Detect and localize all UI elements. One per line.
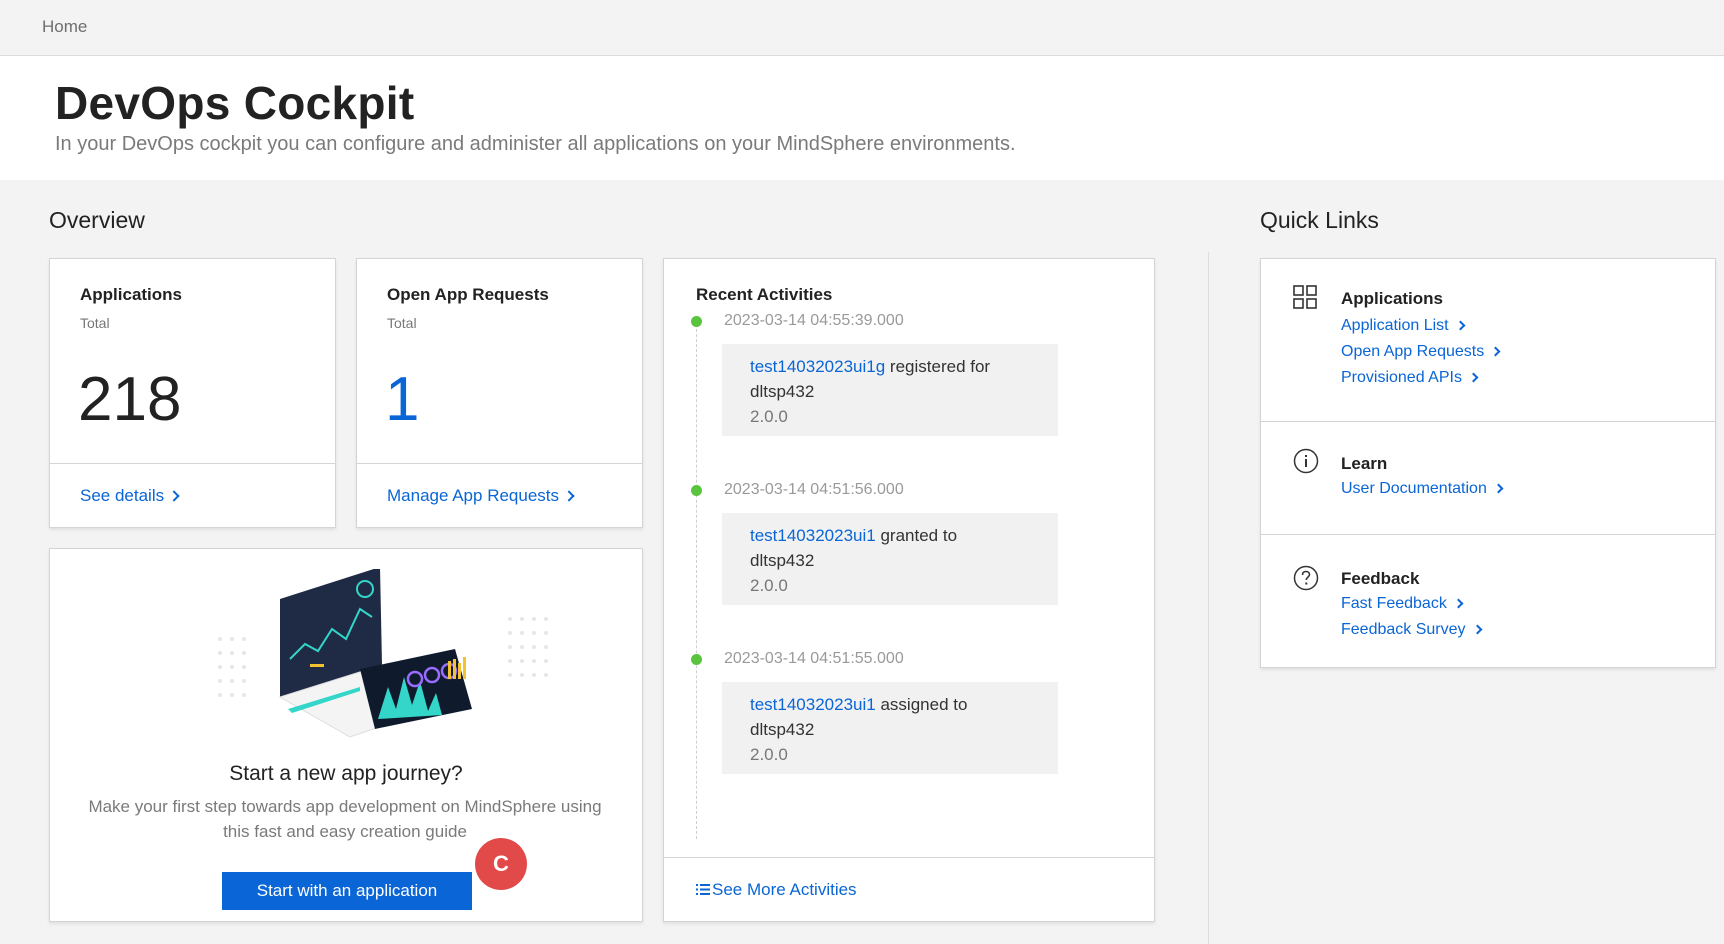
page-header: DevOps Cockpit In your DevOps cockpit yo… xyxy=(0,56,1724,180)
quick-links-feedback-section: Feedback Fast Feedback Feedback Survey xyxy=(1261,535,1715,669)
provisioned-apis-link[interactable]: Provisioned APIs xyxy=(1341,369,1479,387)
open-requests-total-label: Total xyxy=(387,315,417,331)
fast-feedback-label: Fast Feedback xyxy=(1341,595,1447,612)
activity-dot xyxy=(691,654,702,665)
top-bar: Home xyxy=(0,0,1724,56)
open-requests-card-title: Open App Requests xyxy=(387,285,549,304)
laptop-illustration-icon xyxy=(218,569,548,738)
activity-entity-link[interactable]: test14032023ui1g xyxy=(750,357,885,376)
open-app-requests-link[interactable]: Open App Requests xyxy=(1341,343,1501,361)
manage-app-requests-link[interactable]: Manage App Requests xyxy=(387,486,575,506)
activity-time: 2023-03-14 04:51:56.000 xyxy=(724,481,904,498)
applications-card-title: Applications xyxy=(80,285,183,304)
application-list-link[interactable]: Application List xyxy=(1341,317,1466,335)
chevron-right-icon xyxy=(1455,320,1466,331)
activity-version: 2.0.0 xyxy=(750,576,788,595)
see-details-label: See details xyxy=(80,486,165,505)
overview-title: Overview xyxy=(49,207,145,233)
quick-links-learn-title: Learn xyxy=(1341,454,1388,473)
activity-item: test14032023ui1g registered for dltsp432… xyxy=(722,344,1058,436)
see-details-link[interactable]: See details xyxy=(80,486,180,506)
chevron-right-icon xyxy=(1490,346,1501,357)
see-more-activities-link[interactable]: See More Activities xyxy=(696,880,857,900)
quick-links-learn-section: Learn User Documentation xyxy=(1261,422,1715,535)
activity-target: dltsp432 xyxy=(750,720,815,739)
chevron-right-icon xyxy=(1472,624,1482,635)
app-journey-card: Start a new app journey? Make your first… xyxy=(49,548,643,922)
activity-dot xyxy=(691,316,702,327)
chevron-right-icon xyxy=(563,490,575,502)
activity-dot xyxy=(691,485,702,496)
column-divider xyxy=(1208,252,1209,944)
activity-time: 2023-03-14 04:51:55.000 xyxy=(724,650,904,667)
activity-target: dltsp432 xyxy=(750,551,815,570)
quick-links-feedback-title: Feedback xyxy=(1341,569,1420,588)
breadcrumb-home[interactable]: Home xyxy=(42,17,87,37)
applications-count: 218 xyxy=(78,365,182,434)
activity-time: 2023-03-14 04:55:39.000 xyxy=(724,312,904,329)
activities-footer: See More Activities xyxy=(664,857,1154,921)
activity-item: test14032023ui1 assigned to dltsp432 2.0… xyxy=(722,682,1058,774)
see-more-activities-label: See More Activities xyxy=(712,880,857,899)
activity-action: granted to xyxy=(880,526,958,545)
marker-badge: C xyxy=(475,838,527,890)
open-requests-count: 1 xyxy=(385,365,420,434)
help-icon xyxy=(1293,565,1319,591)
timeline-line xyxy=(696,319,697,839)
recent-activities-title: Recent Activities xyxy=(696,285,833,304)
journey-title: Start a new app journey? xyxy=(229,762,463,785)
chevron-right-icon xyxy=(1493,483,1504,494)
activity-version: 2.0.0 xyxy=(750,407,788,426)
quick-links-title: Quick Links xyxy=(1260,207,1379,233)
activity-entity-link[interactable]: test14032023ui1 xyxy=(750,526,876,545)
activity-version: 2.0.0 xyxy=(750,745,788,764)
quick-links-applications-title: Applications xyxy=(1341,289,1444,308)
user-documentation-label: User Documentation xyxy=(1341,480,1487,497)
page-title: DevOps Cockpit xyxy=(55,77,415,129)
open-app-requests-card: Open App Requests Total 1 Manage App Req… xyxy=(356,258,643,528)
activity-entity-link[interactable]: test14032023ui1 xyxy=(750,695,876,714)
grid-icon xyxy=(1293,285,1317,309)
fast-feedback-link[interactable]: Fast Feedback xyxy=(1341,595,1464,613)
recent-activities-card: Recent Activities 2023-03-14 04:55:39.00… xyxy=(663,258,1155,922)
start-with-application-button[interactable]: Start with an application xyxy=(222,872,472,910)
activity-target: dltsp432 xyxy=(750,382,815,401)
chevron-right-icon xyxy=(1453,598,1464,609)
manage-app-requests-label: Manage App Requests xyxy=(387,486,560,505)
chevron-right-icon xyxy=(168,490,180,502)
user-documentation-link[interactable]: User Documentation xyxy=(1341,480,1504,498)
journey-description: Make your first step towards app develop… xyxy=(88,797,602,841)
quick-links-card: Applications Application List Open App R… xyxy=(1260,258,1716,668)
application-list-label: Application List xyxy=(1341,317,1449,334)
page-subtitle: In your DevOps cockpit you can configure… xyxy=(55,133,1016,155)
applications-card: Applications Total 218 See details xyxy=(49,258,336,528)
activity-item: test14032023ui1 granted to dltsp432 2.0.… xyxy=(722,513,1058,605)
list-icon xyxy=(696,884,710,895)
activity-action: registered for xyxy=(889,357,991,376)
activity-action: assigned to xyxy=(880,695,968,714)
provisioned-apis-label: Provisioned APIs xyxy=(1341,369,1462,386)
chevron-right-icon xyxy=(1468,372,1479,383)
feedback-survey-link[interactable]: Feedback Survey xyxy=(1341,621,1482,639)
open-requests-card-footer: Manage App Requests xyxy=(357,463,642,527)
applications-card-footer: See details xyxy=(50,463,335,527)
open-app-requests-label: Open App Requests xyxy=(1341,343,1485,360)
quick-links-applications-section: Applications Application List Open App R… xyxy=(1261,259,1715,422)
applications-total-label: Total xyxy=(80,315,110,331)
info-icon xyxy=(1293,448,1319,474)
feedback-survey-label: Feedback Survey xyxy=(1341,621,1466,638)
